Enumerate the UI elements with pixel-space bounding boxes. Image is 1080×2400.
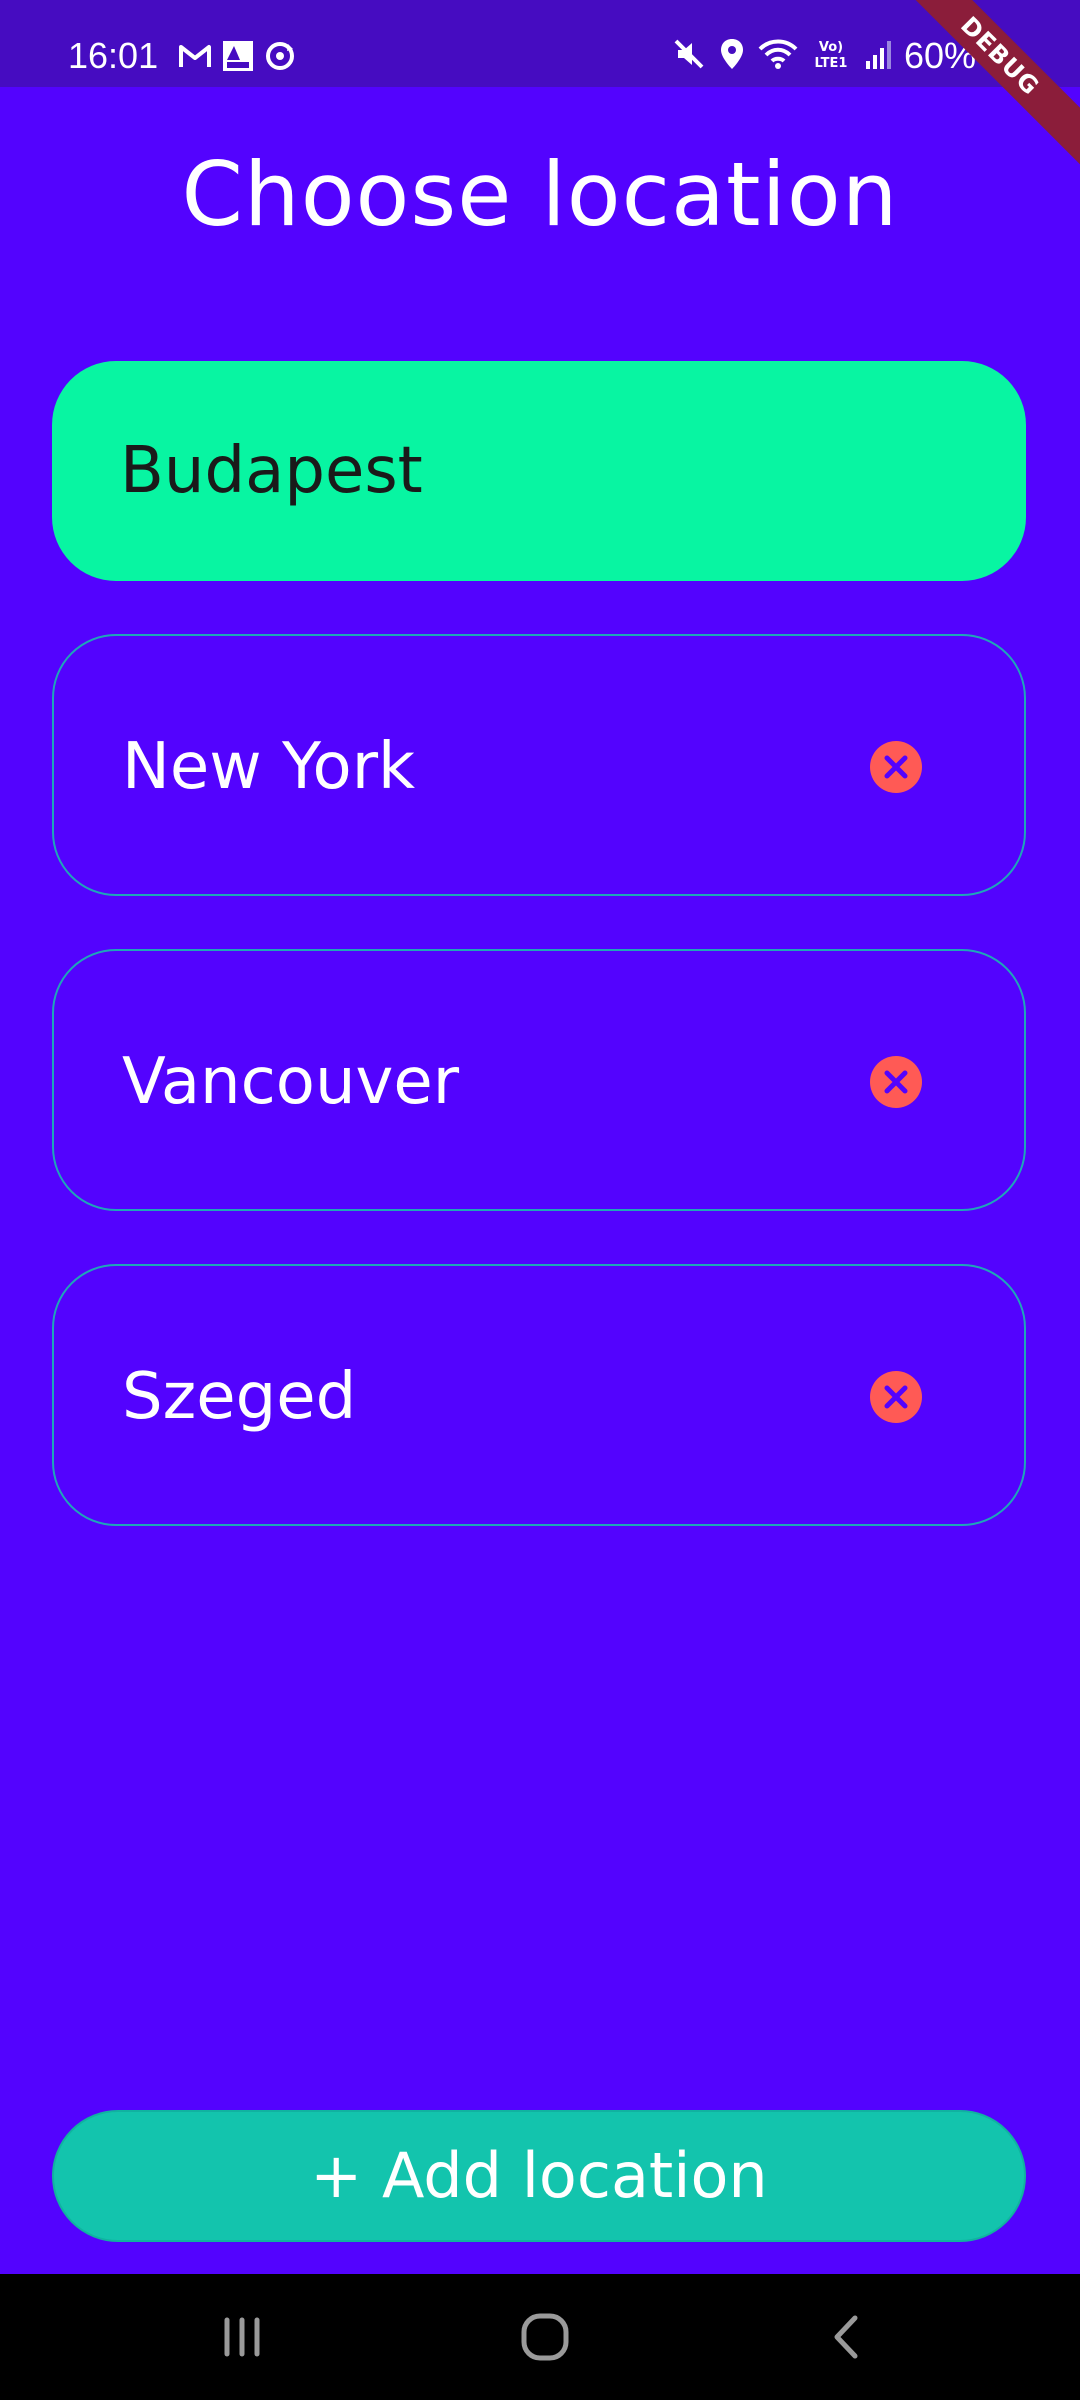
home-icon [521,2313,569,2361]
status-bar: 16:01 Vo) LTE1 60% DEBUG [0,0,1080,177]
gmail-icon [178,42,212,74]
remove-location-button[interactable] [870,1371,922,1423]
svg-text:LTE1: LTE1 [814,56,847,71]
close-icon [884,1385,908,1409]
add-location-button[interactable]: + Add location [52,2110,1026,2242]
location-name: Vancouver [122,1045,460,1119]
status-notification-icons [178,40,296,76]
wifi-icon [758,37,798,75]
signal-icon [864,37,892,75]
page-title: Choose location [181,143,899,246]
remove-location-button[interactable] [870,1056,922,1108]
location-name: Budapest [120,434,423,508]
location-card-budapest[interactable]: Budapest [52,361,1026,581]
location-name: Szeged [122,1360,357,1434]
remove-location-button[interactable] [870,741,922,793]
home-button[interactable] [485,2304,605,2370]
location-card-new-york[interactable]: New York [52,634,1026,896]
recent-apps-icon [224,2317,260,2357]
svg-text:Vo): Vo) [819,40,843,55]
system-nav-bar [0,2274,1080,2400]
close-icon [884,755,908,779]
aldi-icon [222,40,254,76]
sync-icon [264,40,296,76]
location-card-vancouver[interactable]: Vancouver [52,949,1026,1211]
back-icon [834,2315,858,2359]
recent-apps-button[interactable] [182,2304,302,2370]
location-name: New York [122,730,416,804]
volte-icon: Vo) LTE1 [810,37,852,75]
back-button[interactable] [788,2304,908,2370]
location-card-szeged[interactable]: Szeged [52,1264,1026,1526]
close-icon [884,1070,908,1094]
location-pin-icon [718,37,746,75]
status-time: 16:01 [68,35,159,76]
add-location-label: + Add location [310,2139,768,2212]
mute-icon [672,37,706,75]
